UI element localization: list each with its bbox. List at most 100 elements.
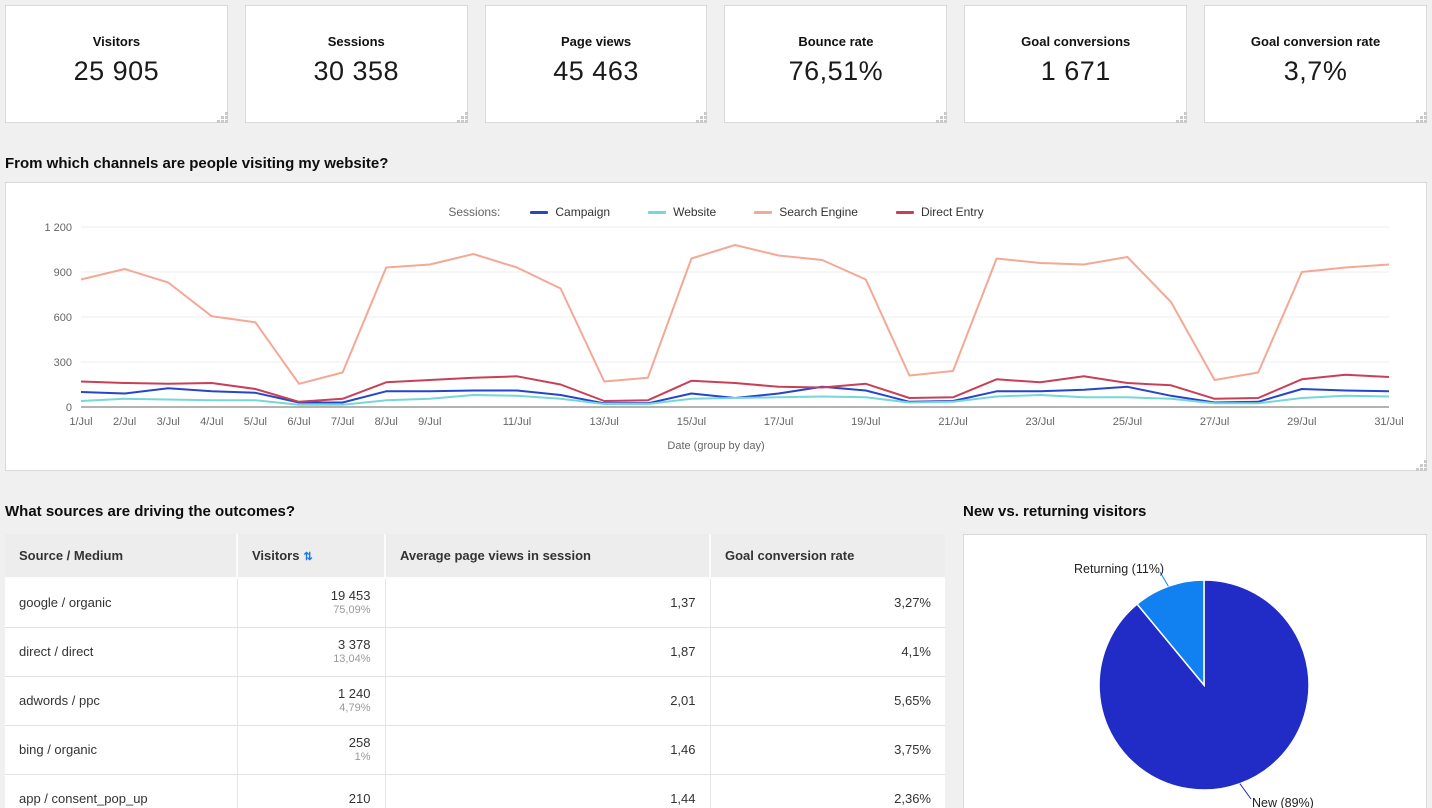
kpi-card-sessions: Sessions 30 358 (244, 5, 468, 123)
avg-pageviews-cell: 1,46 (385, 725, 711, 775)
x-tick-label: 21/Jul (938, 416, 967, 428)
visitors-cell: 1 240 4,79% (237, 676, 386, 726)
table-row: adwords / ppc 1 240 4,79% 2,01 5,65% (5, 676, 945, 726)
dashboard-page: Visitors 25 905 Sessions 30 358 Page views 45… (0, 0, 1432, 808)
resize-grip-icon[interactable] (936, 112, 939, 115)
visitors-section-title: New vs. returning visitors (963, 503, 1147, 520)
chart-legend: Sessions: Campaign Website Search Engine Di… (6, 205, 1426, 219)
resize-grip-icon[interactable] (1176, 112, 1179, 115)
sources-column: What sources are driving the outcomes? S… (5, 471, 945, 808)
table-row: direct / direct 3 378 13,04% 1,87 4,1% (5, 627, 945, 677)
x-tick-label: 5/Jul (244, 416, 267, 428)
kpi-value: 30 358 (313, 55, 400, 86)
xaxis-title: Date (group by day) (667, 440, 765, 452)
resize-grip-icon[interactable] (1416, 112, 1419, 115)
visitors-percent: 13,04% (333, 652, 371, 665)
goal-rate-cell: 2,36% (710, 774, 945, 808)
source-medium-cell: google / organic (5, 578, 238, 628)
kpi-card-visitors: Visitors 25 905 (5, 5, 228, 123)
visitors-cell: 3 378 13,04% (237, 627, 386, 677)
source-medium-cell: adwords / ppc (5, 676, 238, 726)
resize-grip-icon[interactable] (696, 112, 699, 115)
resize-grip-icon[interactable] (1416, 460, 1419, 463)
x-tick-label: 11/Jul (503, 416, 532, 428)
resize-grip-icon[interactable] (217, 112, 220, 115)
visitors-cell: 258 1% (237, 725, 386, 775)
kpi-label: Sessions (327, 33, 385, 49)
x-tick-label: 25/Jul (1113, 416, 1142, 428)
x-tick-label: 9/Jul (418, 416, 441, 428)
x-tick-label: 19/Jul (851, 416, 880, 428)
table-row: app / consent_pop_up 210 1,44 2,36% (5, 774, 945, 808)
legend-item-direct-entry[interactable]: Direct Entry (895, 205, 984, 219)
legend-item-label: Search Engine (779, 205, 858, 219)
kpi-card-goal-conversion-rate: Goal conversion rate 3,7% (1204, 5, 1427, 123)
visitors-value: 19 453 (330, 588, 371, 604)
legend-swatch-icon (530, 210, 549, 214)
x-tick-label: 17/Jul (764, 416, 793, 428)
table-header-row: Source / Medium Visitors ⇅ Average page v… (5, 534, 945, 579)
pie-chart-svg: Returning (11%) New (89%) (1074, 562, 1314, 808)
kpi-card-bounce-rate: Bounce rate 76,51% (724, 5, 948, 123)
x-tick-label: 31/Jul (1374, 416, 1403, 428)
col-header-avg-pageviews: Average page views in session (385, 534, 711, 579)
avg-pageviews-cell: 1,44 (385, 774, 711, 808)
y-tick-label: 900 (54, 267, 72, 279)
channels-chart-panel: Sessions: Campaign Website Search Engine Di… (5, 182, 1427, 471)
col-header-source-medium: Source / Medium (5, 534, 238, 579)
legend-swatch-icon (754, 210, 773, 214)
kpi-card-goal-conversions: Goal conversions 1 671 (964, 5, 1188, 123)
sort-arrows-icon: ⇅ (303, 551, 313, 563)
x-tick-label: 27/Jul (1200, 416, 1229, 428)
legend-item-website[interactable]: Website (648, 205, 716, 219)
bottom-row: What sources are driving the outcomes? S… (5, 471, 1427, 808)
visitors-value: 1 240 (337, 686, 371, 702)
x-tick-label: 23/Jul (1026, 416, 1055, 428)
kpi-value: 76,51% (788, 55, 884, 86)
kpi-label: Goal conversion rate (1250, 33, 1381, 49)
avg-pageviews-cell: 1,87 (385, 627, 711, 677)
legend-series-label: Sessions: (448, 205, 501, 219)
kpi-value: 45 463 (553, 55, 639, 86)
visitors-cell: 19 453 75,09% (237, 578, 386, 628)
kpi-label: Bounce rate (798, 33, 874, 49)
legend-item-label: Direct Entry (920, 205, 984, 219)
sessions-line-chart: 0 300 600 900 1 200 1/Jul 2/Jul 3/Jul 4/Jul 5/Jul… (6, 219, 1426, 438)
goal-rate-cell: 3,27% (710, 578, 945, 628)
source-medium-cell: direct / direct (5, 627, 238, 677)
x-tick-label: 7/Jul (331, 416, 354, 428)
goal-rate-cell: 4,1% (710, 627, 945, 677)
new-vs-returning-pie-chart: Returning (11%) New (89%) (964, 535, 1426, 808)
x-tick-label: 3/Jul (157, 416, 180, 428)
sources-section-title: What sources are driving the outcomes? (5, 503, 296, 520)
series-line-search-engine (80, 244, 1390, 385)
goal-rate-cell: 3,75% (710, 725, 945, 775)
line-chart-svg: 0 300 600 900 1 200 1/Jul 2/Jul 3/Jul 4/Jul 5/Jul… (44, 222, 1403, 428)
new-leader-line (1239, 783, 1252, 800)
channels-section-title: From which channels are people visiting … (5, 155, 389, 172)
y-tick-label: 0 (66, 402, 72, 414)
y-tick-label: 1 200 (44, 222, 72, 234)
goal-rate-cell: 5,65% (710, 676, 945, 726)
legend-item-label: Website (673, 205, 717, 219)
x-tick-label: 13/Jul (590, 416, 619, 428)
visitors-value: 210 (348, 790, 371, 806)
legend-swatch-icon (648, 210, 667, 214)
legend-items: Campaign Website Search Engine Direct Entry (530, 205, 984, 219)
x-tick-label: 6/Jul (287, 416, 310, 428)
col-header-visitors-sort[interactable]: Visitors ⇅ (237, 534, 386, 579)
kpi-cards-row: Visitors 25 905 Sessions 30 358 Page views 45… (0, 0, 1432, 123)
avg-pageviews-cell: 1,37 (385, 578, 711, 628)
legend-item-search-engine[interactable]: Search Engine (754, 205, 858, 219)
avg-pageviews-cell: 2,01 (385, 676, 711, 726)
resize-grip-icon[interactable] (457, 112, 460, 115)
table-row: google / organic 19 453 75,09% 1,37 3,27% (5, 578, 945, 628)
x-tick-label: 8/Jul (375, 416, 398, 428)
legend-item-campaign[interactable]: Campaign (530, 205, 610, 219)
kpi-value: 1 671 (1040, 55, 1111, 86)
x-tick-label: 4/Jul (200, 416, 223, 428)
visitors-percent: 1% (354, 750, 371, 763)
col-header-goal-rate: Goal conversion rate (710, 534, 945, 579)
kpi-card-page-views: Page views 45 463 (484, 5, 708, 123)
returning-slice-label: Returning (11%) (1074, 562, 1164, 576)
